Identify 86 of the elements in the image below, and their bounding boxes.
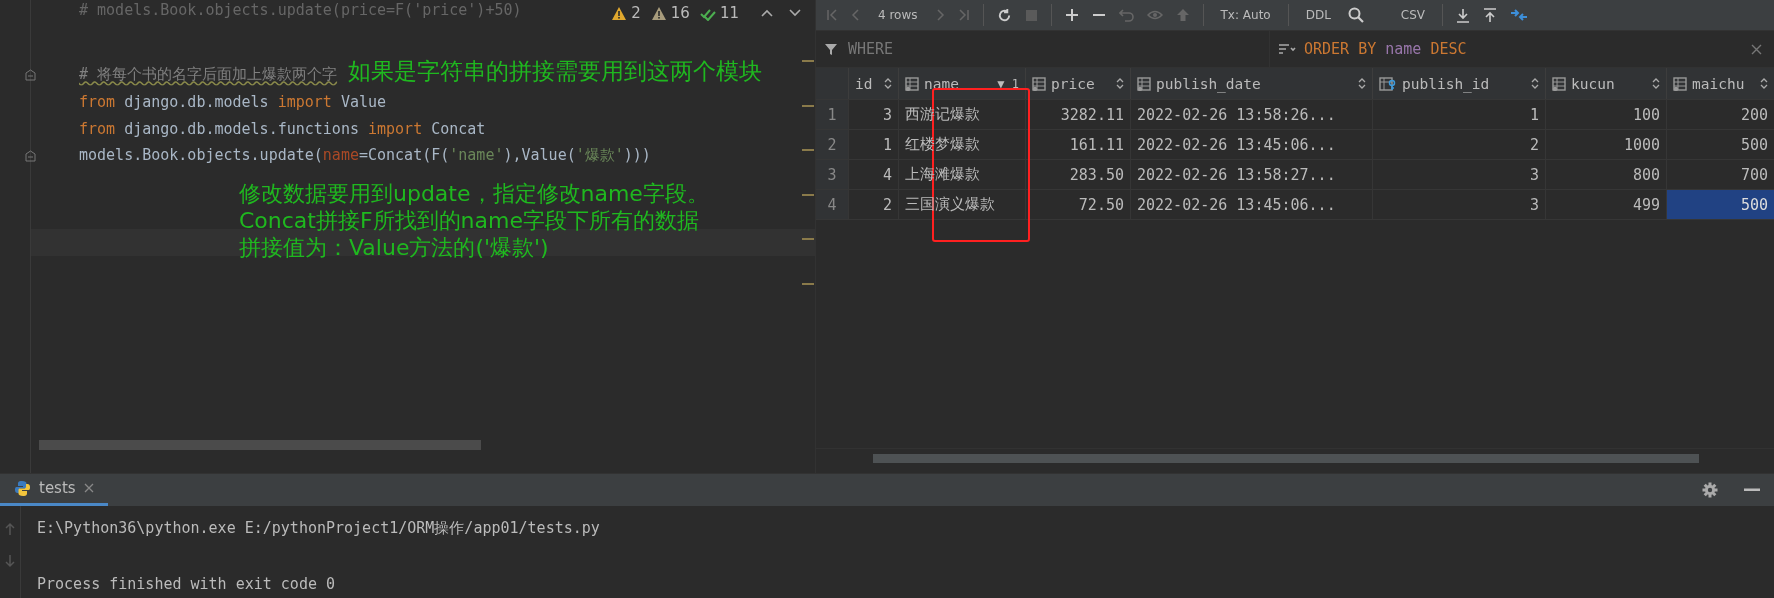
table-cell[interactable]: 800 [1546, 160, 1667, 189]
column-header[interactable]: price [1026, 68, 1131, 99]
export-format-dropdown[interactable]: CSV [1396, 6, 1430, 24]
row-number[interactable]: 1 [816, 100, 849, 129]
fold-icon[interactable] [25, 68, 36, 81]
table-cell[interactable]: 3282.11 [1026, 100, 1131, 129]
column-icon [1137, 76, 1151, 91]
table-cell[interactable]: 1 [1373, 100, 1546, 129]
inspection-count: 2 [631, 4, 641, 22]
annotation-text: Concat拼接F所找到的name字段下所有的数据 [239, 207, 700, 234]
console-output-line: Process finished with exit code 0 [37, 574, 336, 595]
table-cell[interactable]: 200 [1667, 100, 1774, 129]
column-header[interactable]: id [849, 68, 899, 99]
python-icon [14, 479, 31, 497]
sort-icon[interactable] [1531, 78, 1539, 89]
code-line: from django.db.models import Value [79, 92, 387, 111]
upload-icon[interactable] [1483, 7, 1498, 23]
sort-order-indicator[interactable]: ▼ 1 [997, 76, 1019, 91]
table-cell[interactable]: 100 [1546, 100, 1667, 129]
row-number[interactable]: 4 [816, 190, 849, 219]
chevron-down-icon[interactable] [789, 9, 801, 17]
table-cell[interactable]: 283.50 [1026, 160, 1131, 189]
horizontal-scrollbar[interactable] [39, 440, 481, 450]
code-line: models.Book.objects.update(name=Concat(F('name'),Value('爆款'))) [79, 146, 651, 165]
column-icon [1032, 76, 1046, 91]
column-header[interactable]: maichu [1667, 68, 1774, 99]
close-icon[interactable] [1751, 43, 1762, 55]
table-cell[interactable]: 2 [849, 190, 899, 219]
where-filter-field[interactable]: WHERE [846, 39, 1150, 59]
column-header[interactable]: kucun [1546, 68, 1667, 99]
table-cell[interactable]: 2022-02-26 13:58:26... [1131, 100, 1373, 129]
close-icon[interactable] [83, 483, 94, 494]
settings-icon[interactable] [1702, 481, 1718, 498]
table-cell[interactable]: 500 [1667, 190, 1774, 219]
sort-icon[interactable] [884, 78, 892, 89]
code-line: # 将每个书的名字后面加上爆款两个字 [79, 65, 338, 84]
key-column-icon [1379, 76, 1397, 91]
sort-icon[interactable] [1116, 78, 1124, 89]
run-tab[interactable]: tests [0, 473, 108, 506]
code-line: # models.Book.objects.update(price=F('price')+50) [79, 1, 522, 19]
refresh-icon[interactable] [996, 7, 1012, 23]
column-icon [1552, 76, 1566, 91]
inspection-count: 11 [719, 4, 739, 22]
row-number[interactable]: 2 [816, 130, 849, 159]
table-cell[interactable]: 2022-02-26 13:45:06... [1131, 130, 1373, 159]
table-cell[interactable]: 2022-02-26 13:58:27... [1131, 160, 1373, 189]
column-header[interactable]: publish_date [1131, 68, 1373, 99]
annotation-text: 拼接值为：Value方法的('爆款') [239, 234, 550, 261]
row-count-dropdown[interactable]: 4 rows [874, 6, 922, 24]
plus-icon[interactable] [1064, 8, 1079, 22]
annotation-text: 如果是字符串的拼接需要用到这两个模块 [348, 57, 762, 86]
table-cell[interactable]: 500 [1667, 130, 1774, 159]
column-icon [1673, 76, 1687, 91]
table-cell[interactable]: 3 [849, 100, 899, 129]
console-output-line: E:\Python36\python.exe E:/pythonProject1/ORM操作/app01/tests.py [37, 518, 600, 539]
table-cell[interactable]: 1000 [1546, 130, 1667, 159]
column-header[interactable]: publish_id [1373, 68, 1546, 99]
table-cell[interactable]: 1 [849, 130, 899, 159]
table-cell[interactable]: 161.11 [1026, 130, 1131, 159]
search-icon[interactable] [1347, 7, 1364, 23]
annotation-text: 修改数据要用到update，指定修改name字段。 [239, 180, 709, 207]
table-cell[interactable]: 3 [1373, 190, 1546, 219]
table-cell[interactable]: 4 [849, 160, 899, 189]
sort-icon [1278, 43, 1296, 55]
transaction-dropdown[interactable]: Tx: Auto [1216, 6, 1275, 24]
fold-icon[interactable] [25, 149, 36, 162]
ddl-button[interactable]: DDL [1301, 6, 1335, 24]
row-number[interactable]: 3 [816, 160, 849, 189]
horizontal-scrollbar[interactable] [873, 454, 1699, 464]
sort-icon[interactable] [1760, 78, 1768, 89]
table-cell[interactable]: 2 [1373, 130, 1546, 159]
inspection-count: 16 [670, 4, 690, 22]
table-cell[interactable]: 700 [1667, 160, 1774, 189]
download-icon[interactable] [1456, 7, 1471, 23]
code-line: from django.db.models.functions import Concat [79, 119, 486, 138]
warning-icon[interactable] [650, 5, 667, 21]
sort-icon[interactable] [1358, 78, 1366, 89]
warning-icon[interactable] [611, 5, 628, 21]
table-cell[interactable]: 72.50 [1026, 190, 1131, 219]
sort-icon[interactable] [1652, 78, 1660, 89]
filter-icon [824, 42, 838, 56]
chevron-up-icon[interactable] [761, 9, 773, 17]
minimize-icon[interactable] [1744, 487, 1760, 492]
column-icon [905, 76, 919, 91]
table-cell[interactable]: 3 [1373, 160, 1546, 189]
table-cell[interactable]: 2022-02-26 13:45:06... [1131, 190, 1373, 219]
